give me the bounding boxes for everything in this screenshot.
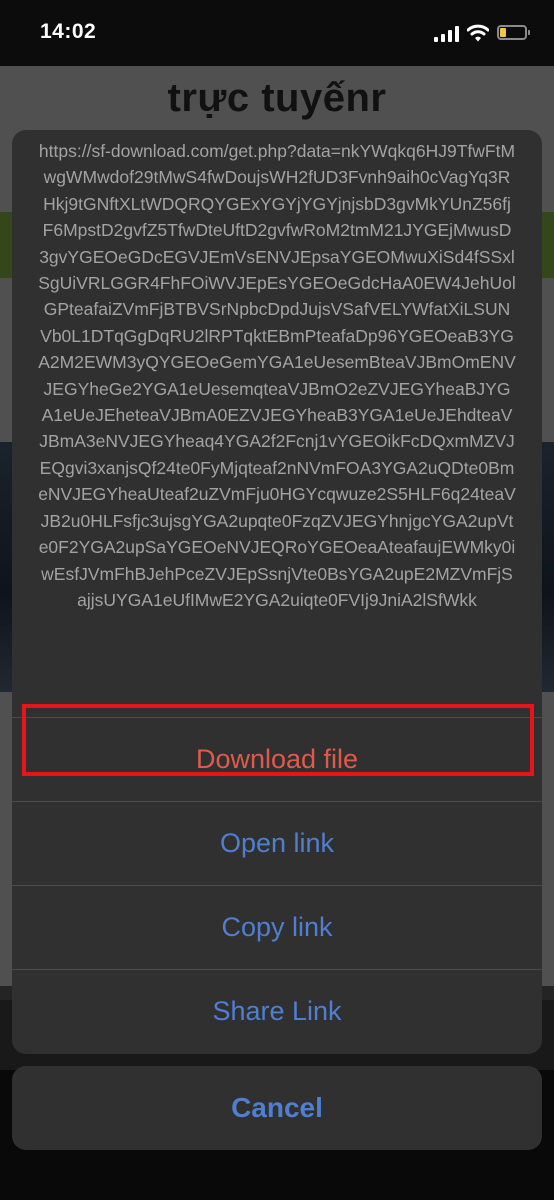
cellular-signal-icon xyxy=(434,26,460,42)
battery-cap xyxy=(528,30,530,35)
link-action-sheet: https://sf-download.com/get.php?data=nkY… xyxy=(12,130,542,1054)
status-bar: 14:02 xyxy=(0,0,554,66)
download-file-button[interactable]: Download file xyxy=(12,717,542,801)
battery-icon xyxy=(497,25,527,40)
open-link-button[interactable]: Open link xyxy=(12,801,542,885)
status-time: 14:02 xyxy=(40,20,97,43)
share-link-button[interactable]: Share Link xyxy=(12,969,542,1053)
wifi-icon xyxy=(467,24,489,42)
link-url-preview: https://sf-download.com/get.php?data=nkY… xyxy=(38,141,516,610)
cancel-button[interactable]: Cancel xyxy=(12,1066,542,1150)
copy-link-button[interactable]: Copy link xyxy=(12,885,542,969)
battery-level xyxy=(500,28,506,37)
